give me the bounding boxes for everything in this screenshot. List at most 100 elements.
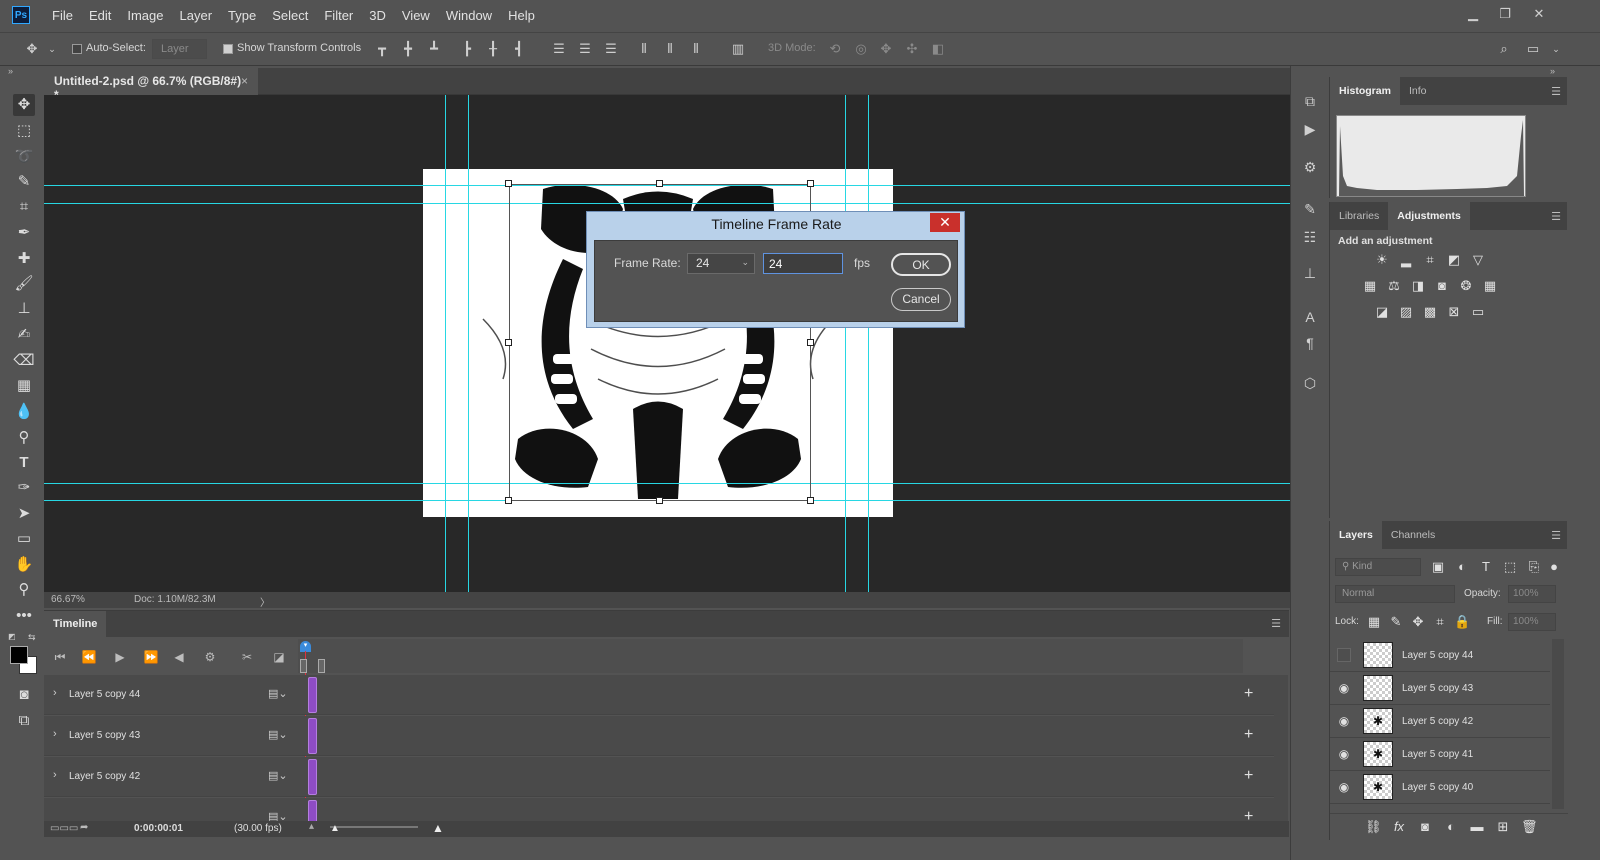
menu-image[interactable]: Image <box>119 8 171 23</box>
path-selection-tool-icon[interactable]: ➤ <box>13 503 35 525</box>
blend-mode-select[interactable]: Normal <box>1335 585 1455 603</box>
vibrance-icon[interactable]: ▽ <box>1470 252 1486 268</box>
eyedropper-tool-icon[interactable]: ✒ <box>13 222 35 244</box>
add-media-icon[interactable]: + <box>1244 726 1253 744</box>
color-lookup-icon[interactable]: ▦ <box>1482 278 1498 294</box>
workspace-icon[interactable]: ▭ <box>1525 41 1541 57</box>
channel-mixer-icon[interactable]: ❂ <box>1458 278 1474 294</box>
align-right-icon[interactable]: ┫ <box>511 41 527 57</box>
delete-layer-icon[interactable]: 🗑 <box>1521 819 1538 835</box>
zoom-in-icon[interactable]: ▲ <box>432 821 444 835</box>
blur-tool-icon[interactable]: 💧 <box>13 401 35 423</box>
auto-select-checkbox[interactable] <box>72 44 82 54</box>
settings-gear-icon[interactable]: ⚙ <box>202 649 218 665</box>
eye-icon[interactable]: ◉ <box>1337 747 1351 761</box>
color-balance-icon[interactable]: ⚖ <box>1386 278 1402 294</box>
marquee-tool-icon[interactable]: ⬚ <box>13 120 35 142</box>
clone-stamp-tool-icon[interactable]: ⊥ <box>13 298 35 320</box>
3d-panel-icon[interactable]: ⬡ <box>1301 374 1319 392</box>
hand-tool-icon[interactable]: ✋ <box>13 554 35 576</box>
work-area-start[interactable] <box>300 659 307 673</box>
current-timecode[interactable]: 0:00:00:01 <box>134 823 183 834</box>
first-frame-icon[interactable]: ⏮ <box>52 649 68 665</box>
eye-icon[interactable]: ◉ <box>1337 714 1351 728</box>
split-scissors-icon[interactable]: ✂ <box>239 649 255 665</box>
filter-pixel-icon[interactable]: ▣ <box>1430 559 1446 575</box>
workspace-chevron-icon[interactable]: ⌄ <box>1548 41 1564 57</box>
screen-mode-icon[interactable]: ⧉ <box>13 710 35 732</box>
layer-row[interactable]: Layer 5 copy 44 <box>1330 639 1550 672</box>
film-strip-icon[interactable]: ▤⌄ <box>268 728 288 741</box>
tab-adjustments[interactable]: Adjustments <box>1388 202 1470 230</box>
lock-transparent-icon[interactable]: ▦ <box>1366 614 1382 630</box>
layer-row[interactable]: ◉ Layer 5 copy 43 <box>1330 672 1550 705</box>
canvas-area[interactable] <box>44 95 1300 592</box>
photo-filter-icon[interactable]: ◙ <box>1434 278 1450 294</box>
quick-mask-icon[interactable]: ◙ <box>13 684 35 706</box>
gradient-tool-icon[interactable]: ▦ <box>13 375 35 397</box>
lock-image-icon[interactable]: ✎ <box>1388 614 1404 630</box>
crop-tool-icon[interactable]: ⌗ <box>13 196 35 218</box>
zoom-slider-thumb[interactable]: ▲ <box>330 823 340 834</box>
render-video-icon[interactable]: ➦ <box>80 822 88 833</box>
menu-3d[interactable]: 3D <box>361 8 394 23</box>
eye-icon[interactable]: ◉ <box>1337 681 1351 695</box>
transform-handle[interactable] <box>807 339 814 346</box>
dialog-close-button[interactable]: ✕ <box>930 213 960 232</box>
history-panel-icon[interactable]: ⧉ <box>1301 92 1319 110</box>
collapse-toolbar-icon[interactable]: » <box>8 66 13 76</box>
zoom-slider-track[interactable] <box>330 826 418 828</box>
menu-select[interactable]: Select <box>264 8 316 23</box>
film-strip-icon[interactable]: ▤⌄ <box>268 687 288 700</box>
selective-color-icon[interactable]: ⊠ <box>1446 304 1462 320</box>
frame-rate-display[interactable]: (30.00 fps) <box>234 823 282 834</box>
layer-clip[interactable] <box>308 718 317 754</box>
filter-shape-icon[interactable]: ⬚ <box>1502 559 1518 575</box>
layer-style-icon[interactable]: fx <box>1391 819 1407 835</box>
brush-panel-icon[interactable]: ✎ <box>1301 200 1319 218</box>
tab-libraries[interactable]: Libraries <box>1330 202 1388 230</box>
link-layers-icon[interactable]: ⛓ <box>1365 819 1382 835</box>
show-transform-checkbox[interactable] <box>223 44 233 54</box>
new-group-icon[interactable]: ▬ <box>1469 819 1485 835</box>
3d-scale-icon[interactable]: ◧ <box>930 41 946 57</box>
minimize-button[interactable]: ▁ <box>1458 4 1488 24</box>
quick-select-tool-icon[interactable]: ✎ <box>13 171 35 193</box>
levels-icon[interactable]: ▂ <box>1398 252 1414 268</box>
menu-filter[interactable]: Filter <box>316 8 361 23</box>
auto-align-icon[interactable]: ▥ <box>730 41 746 57</box>
panel-menu-icon[interactable]: ☰ <box>1551 85 1561 98</box>
3d-pan-icon[interactable]: ✥ <box>878 41 894 57</box>
3d-slide-icon[interactable]: ✣ <box>904 41 920 57</box>
gradient-map-icon[interactable]: ▭ <box>1470 304 1486 320</box>
brightness-contrast-icon[interactable]: ☀ <box>1374 252 1390 268</box>
transform-handle[interactable] <box>807 497 814 504</box>
posterize-icon[interactable]: ▨ <box>1398 304 1414 320</box>
distribute-vcenter-icon[interactable]: ☰ <box>577 41 593 57</box>
transition-icon[interactable]: ◪ <box>271 649 287 665</box>
menu-edit[interactable]: Edit <box>81 8 119 23</box>
move-tool-icon[interactable]: ✥ <box>13 94 35 116</box>
align-left-icon[interactable]: ┣ <box>459 41 475 57</box>
3d-orbit-icon[interactable]: ⟲ <box>827 41 843 57</box>
timeline-track[interactable]: › Layer 5 copy 42 ▤⌄ + <box>44 757 1274 797</box>
eye-icon[interactable]: ◉ <box>1337 780 1351 794</box>
zoom-tool-icon[interactable]: ⚲ <box>13 579 35 601</box>
distribute-hcenter-icon[interactable]: ⦀ <box>662 41 678 57</box>
swap-colors-icon[interactable]: ⇆ <box>28 632 36 643</box>
layer-clip[interactable] <box>308 677 317 713</box>
transform-handle[interactable] <box>807 180 814 187</box>
threshold-icon[interactable]: ▩ <box>1422 304 1438 320</box>
align-bottom-icon[interactable]: ┻ <box>426 41 442 57</box>
tab-timeline[interactable]: Timeline <box>44 611 106 637</box>
ok-button[interactable]: OK <box>891 253 951 276</box>
timeline-track[interactable]: › Layer 5 copy 43 ▤⌄ + <box>44 716 1274 756</box>
timeline-ruler[interactable] <box>298 639 1243 673</box>
curves-icon[interactable]: ⌗ <box>1422 252 1438 268</box>
hue-saturation-icon[interactable]: ▦ <box>1362 278 1378 294</box>
add-mask-icon[interactable]: ◙ <box>1417 819 1433 835</box>
play-icon[interactable]: ▶ <box>112 649 128 665</box>
transform-handle[interactable] <box>656 180 663 187</box>
transform-handle[interactable] <box>505 339 512 346</box>
zoom-level[interactable]: 66.67% <box>51 594 85 605</box>
